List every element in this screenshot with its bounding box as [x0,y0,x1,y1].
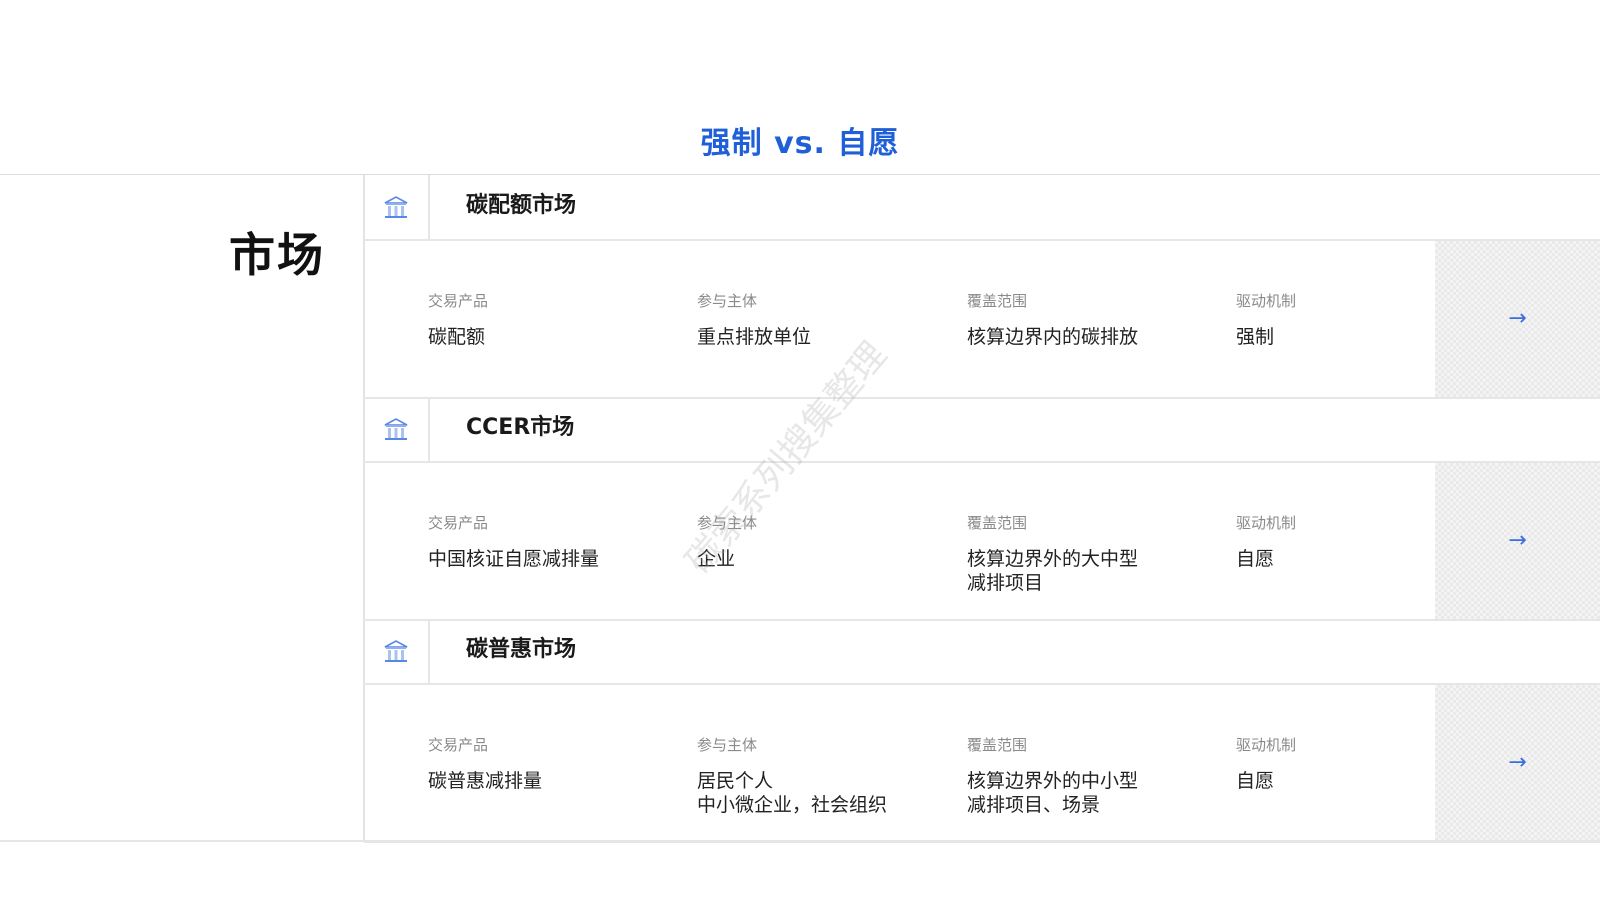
field-trade-product: 交易产品 中国核证自愿减排量 [428,513,668,571]
bottom-divider [0,840,1600,842]
arrow-panel[interactable]: → [1435,463,1600,619]
arrow-right-icon[interactable]: → [1508,752,1526,774]
market-name: 碳配额市场 [466,193,577,218]
market-section: 碳配额市场 交易产品 碳配额 参与主体 重点排放单位 覆盖范围 核算边界内的碳排… [364,175,1600,399]
page-title: 强制 vs. 自愿 [700,126,900,161]
market-section: 碳普惠市场 交易产品 碳普惠减排量 参与主体 居民个人 中小微企业，社会组织 覆… [364,619,1600,843]
field-trade-product: 交易产品 碳普惠减排量 [428,735,668,793]
building-icon [384,196,408,218]
left-column: 市场 [0,175,365,840]
field-label: 交易产品 [428,736,489,754]
field-label: 参与主体 [697,736,758,754]
field-value: 碳普惠减排量 [428,770,543,792]
field-participants: 参与主体 重点排放单位 [697,291,937,349]
field-value: 核算边界外的中小型 减排项目、场景 [967,770,1139,816]
field-label: 覆盖范围 [967,292,1028,310]
field-coverage: 覆盖范围 核算边界外的大中型 减排项目 [967,513,1207,595]
field-coverage: 覆盖范围 核算边界外的中小型 减排项目、场景 [967,735,1207,817]
market-details: 交易产品 碳普惠减排量 参与主体 居民个人 中小微企业，社会组织 覆盖范围 核算… [364,685,1600,843]
market-header: CCER市场 [364,397,1600,463]
market-name: 碳普惠市场 [466,637,577,662]
field-label: 交易产品 [428,514,489,532]
arrow-right-icon[interactable]: → [1508,530,1526,552]
market-section: CCER市场 交易产品 中国核证自愿减排量 参与主体 企业 覆盖范围 核算边界外… [364,397,1600,621]
market-header: 碳配额市场 [364,175,1600,241]
field-label: 参与主体 [697,514,758,532]
field-coverage: 覆盖范围 核算边界内的碳排放 [967,291,1207,349]
field-participants: 参与主体 居民个人 中小微企业，社会组织 [697,735,937,817]
field-value: 核算边界外的大中型 减排项目 [967,548,1139,594]
market-name: CCER市场 [466,415,575,440]
field-value: 中国核证自愿减排量 [428,548,600,570]
building-icon [384,640,408,662]
arrow-panel[interactable]: → [1435,241,1600,397]
field-value: 企业 [697,548,736,570]
field-label: 覆盖范围 [967,736,1028,754]
arrow-right-icon[interactable]: → [1508,308,1526,330]
field-value: 核算边界内的碳排放 [967,326,1139,348]
market-icon-cell [364,619,430,683]
field-participants: 参与主体 企业 [697,513,937,571]
market-header: 碳普惠市场 [364,619,1600,685]
field-trade-product: 交易产品 碳配额 [428,291,668,349]
field-value: 居民个人 中小微企业，社会组织 [697,770,888,816]
market-details: 交易产品 碳配额 参与主体 重点排放单位 覆盖范围 核算边界内的碳排放 驱动机制… [364,241,1600,399]
market-category-label: 市场 [229,228,325,282]
building-icon [384,418,408,440]
market-icon-cell [364,397,430,461]
field-label: 参与主体 [697,292,758,310]
field-label: 交易产品 [428,292,489,310]
field-value: 重点排放单位 [697,326,812,348]
market-details: 交易产品 中国核证自愿减排量 参与主体 企业 覆盖范围 核算边界外的大中型 减排… [364,463,1600,621]
market-icon-cell [364,175,430,239]
markets-table: 碳配额市场 交易产品 碳配额 参与主体 重点排放单位 覆盖范围 核算边界内的碳排… [364,175,1600,843]
field-value: 碳配额 [428,326,486,348]
arrow-panel[interactable]: → [1435,685,1600,841]
field-label: 覆盖范围 [967,514,1028,532]
